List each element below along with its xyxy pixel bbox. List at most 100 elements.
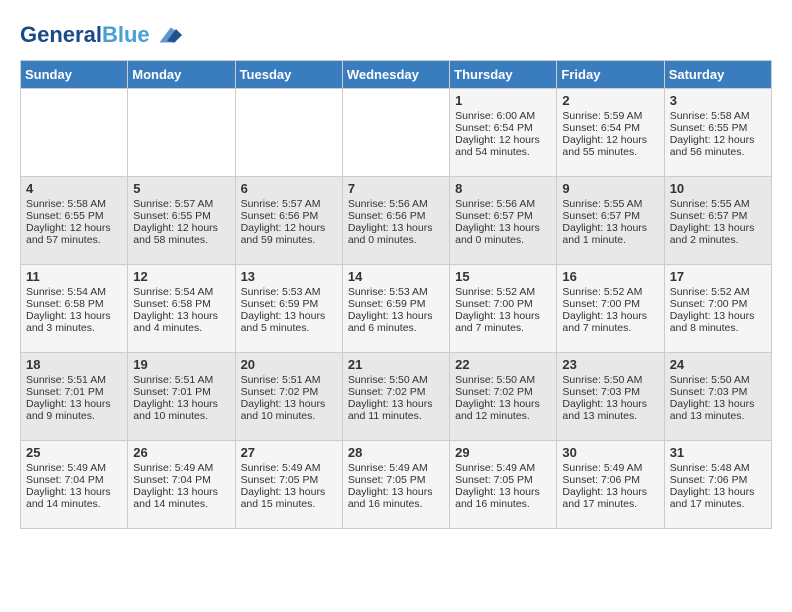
calendar-day-cell: 1Sunrise: 6:00 AMSunset: 6:54 PMDaylight… [450,89,557,177]
page-header: GeneralBlue [20,20,772,50]
day-info-line: Sunrise: 5:54 AM [26,286,122,298]
day-info-line: Sunrise: 5:58 AM [670,110,766,122]
day-number: 12 [133,269,229,284]
day-number: 4 [26,181,122,196]
calendar-day-cell: 11Sunrise: 5:54 AMSunset: 6:58 PMDayligh… [21,265,128,353]
calendar-day-cell: 2 Sunrise: 5:59 AMSunset: 6:54 PMDaylight… [557,89,664,177]
day-number: 6 [241,181,337,196]
calendar-day-cell: 13Sunrise: 5:53 AMSunset: 6:59 PMDayligh… [235,265,342,353]
day-info-line: Sunset: 7:03 PM [562,386,658,398]
calendar-day-cell: 14Sunrise: 5:53 AMSunset: 6:59 PMDayligh… [342,265,449,353]
day-info-line: Sunset: 6:57 PM [670,210,766,222]
logo-icon [152,20,182,50]
day-number: 5 [133,181,229,196]
day-info-line: Daylight: 12 hours and 57 minutes. [26,222,122,246]
day-info-line: Daylight: 13 hours and 0 minutes. [348,222,444,246]
day-number: 11 [26,269,122,284]
calendar-day-cell: 16Sunrise: 5:52 AMSunset: 7:00 PMDayligh… [557,265,664,353]
day-number: 16 [562,269,658,284]
day-info-line: Sunrise: 5:52 AM [455,286,551,298]
day-number: 8 [455,181,551,196]
day-info-line: Sunset: 7:01 PM [133,386,229,398]
calendar-day-cell: 21Sunrise: 5:50 AMSunset: 7:02 PMDayligh… [342,353,449,441]
day-info-line: Sunrise: 5:54 AM [133,286,229,298]
day-info-line: Daylight: 13 hours and 13 minutes. [562,398,658,422]
weekday-header-cell: Friday [557,61,664,89]
day-number: 18 [26,357,122,372]
calendar-day-cell: 7Sunrise: 5:56 AMSunset: 6:56 PMDaylight… [342,177,449,265]
day-info-line: Sunrise: 5:50 AM [670,374,766,386]
calendar-day-cell: 20Sunrise: 5:51 AMSunset: 7:02 PMDayligh… [235,353,342,441]
day-info-line: Sunset: 7:04 PM [26,474,122,486]
day-info-line: Daylight: 13 hours and 17 minutes. [670,486,766,510]
day-info-line: Sunset: 7:06 PM [562,474,658,486]
day-number: 30 [562,445,658,460]
calendar-day-cell [235,89,342,177]
day-info-line: Daylight: 13 hours and 5 minutes. [241,310,337,334]
day-info-line: Daylight: 13 hours and 7 minutes. [562,310,658,334]
day-info-line: Daylight: 13 hours and 9 minutes. [26,398,122,422]
day-info-line: Sunrise: 5:57 AM [133,198,229,210]
day-info-line: Daylight: 12 hours and 56 minutes. [670,134,766,158]
day-info-line: Daylight: 12 hours and 55 minutes. [562,134,658,158]
day-info-line: Sunrise: 5:56 AM [455,198,551,210]
day-number: 22 [455,357,551,372]
day-number: 25 [26,445,122,460]
day-info-line: Sunset: 6:55 PM [26,210,122,222]
day-info-line: Sunrise: 5:50 AM [455,374,551,386]
calendar-day-cell: 29Sunrise: 5:49 AMSunset: 7:05 PMDayligh… [450,441,557,529]
day-info-line: Sunrise: 5:55 AM [562,198,658,210]
weekday-header-cell: Sunday [21,61,128,89]
day-info-line: Sunrise: 5:49 AM [241,462,337,474]
day-info-line: Sunset: 7:06 PM [670,474,766,486]
day-info-line: Sunset: 7:00 PM [455,298,551,310]
day-info-line: Daylight: 12 hours and 54 minutes. [455,134,551,158]
day-info-line: Sunset: 7:03 PM [670,386,766,398]
day-info-line: Sunrise: 5:48 AM [670,462,766,474]
day-info-line: Sunrise: 5:49 AM [455,462,551,474]
day-info-line: Daylight: 13 hours and 4 minutes. [133,310,229,334]
day-info-line: Sunset: 6:54 PM [562,122,658,134]
day-info-line: Daylight: 13 hours and 1 minute. [562,222,658,246]
day-number: 27 [241,445,337,460]
day-info-line: Sunrise: 5:59 AM [562,110,658,122]
day-info-line: Sunset: 7:05 PM [348,474,444,486]
calendar-day-cell: 27Sunrise: 5:49 AMSunset: 7:05 PMDayligh… [235,441,342,529]
day-number: 2 [562,93,658,108]
day-number: 17 [670,269,766,284]
weekday-header-row: SundayMondayTuesdayWednesdayThursdayFrid… [21,61,772,89]
calendar-day-cell: 8Sunrise: 5:56 AMSunset: 6:57 PMDaylight… [450,177,557,265]
calendar-body: 1Sunrise: 6:00 AMSunset: 6:54 PMDaylight… [21,89,772,529]
weekday-header-cell: Tuesday [235,61,342,89]
day-info-line: Sunset: 6:58 PM [26,298,122,310]
day-info-line: Sunset: 6:57 PM [455,210,551,222]
weekday-header-cell: Wednesday [342,61,449,89]
calendar-day-cell: 19Sunrise: 5:51 AMSunset: 7:01 PMDayligh… [128,353,235,441]
day-info-line: Daylight: 13 hours and 10 minutes. [241,398,337,422]
day-info-line: Daylight: 13 hours and 14 minutes. [133,486,229,510]
day-info-line: Sunset: 6:56 PM [348,210,444,222]
day-number: 3 [670,93,766,108]
day-info-line: Sunset: 7:01 PM [26,386,122,398]
calendar-day-cell: 3Sunrise: 5:58 AMSunset: 6:55 PMDaylight… [664,89,771,177]
day-info-line: Sunset: 7:02 PM [455,386,551,398]
day-info-line: Sunset: 7:00 PM [562,298,658,310]
day-number: 29 [455,445,551,460]
calendar-week-row: 25 Sunrise: 5:49 AM Sunset: 7:04 PM Dayligh… [21,441,772,529]
calendar-day-cell: 23 Sunrise: 5:50 AMSunset: 7:03 PMDayligh… [557,353,664,441]
logo-text: GeneralBlue [20,23,150,47]
day-info-line: Sunrise: 5:49 AM [348,462,444,474]
weekday-header-cell: Monday [128,61,235,89]
day-info-line: Sunrise: 5:58 AM [26,198,122,210]
day-info-line: Daylight: 13 hours and 7 minutes. [455,310,551,334]
day-info-line: Sunset: 7:05 PM [455,474,551,486]
day-number: 20 [241,357,337,372]
day-info-line: Sunrise: 5:49 AM [133,462,229,474]
day-info-line: Sunrise: 5:50 AM [562,374,658,386]
day-info-line: Daylight: 13 hours and 11 minutes. [348,398,444,422]
day-number: 14 [348,269,444,284]
day-number: 23 [562,357,658,372]
day-info-line: Sunrise: 5:50 AM [348,374,444,386]
calendar-day-cell: 28Sunrise: 5:49 AMSunset: 7:05 PMDayligh… [342,441,449,529]
calendar-day-cell: 30Sunrise: 5:49 AMSunset: 7:06 PMDayligh… [557,441,664,529]
